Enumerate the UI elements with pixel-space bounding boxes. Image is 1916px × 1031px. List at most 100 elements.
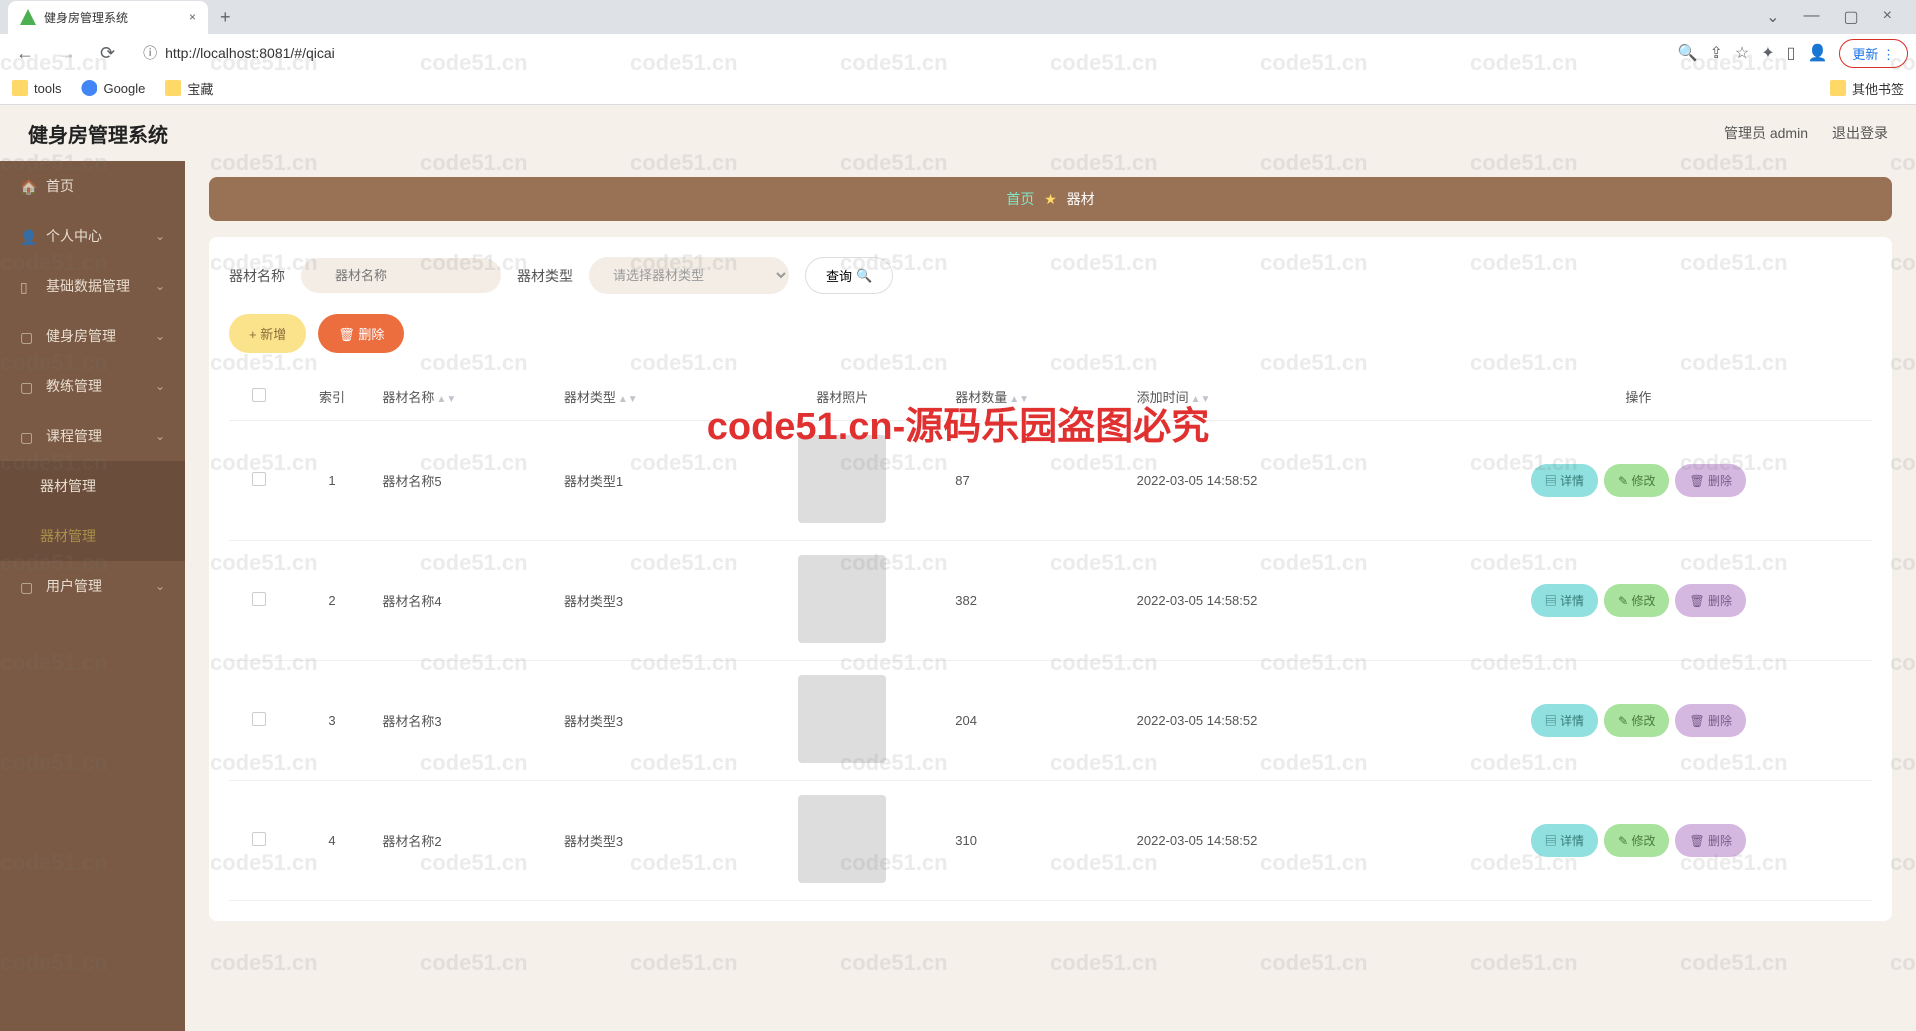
row-checkbox[interactable] [252,712,266,726]
sidebar-item-course[interactable]: ▢ 课程管理 ⌄ [0,411,185,461]
col-type[interactable]: 器材类型▲▼ [556,373,737,421]
cell-type: 器材类型1 [556,421,737,541]
delete-button[interactable]: 🗑 删除 [318,314,404,353]
equipment-image[interactable] [798,555,886,643]
profile-icon[interactable]: 👤 [1807,43,1827,63]
filter-name-input[interactable] [301,258,501,293]
maximize-icon[interactable]: ▢ [1844,7,1859,27]
url-bar[interactable]: ⓘ http://localhost:8081/#/qicai [131,39,1669,67]
query-button[interactable]: 查询 🔍 [805,257,893,294]
equipment-image[interactable] [798,675,886,763]
users-icon: ▢ [20,579,34,593]
update-button[interactable]: 更新 ⋮ [1839,39,1908,68]
user-label[interactable]: 管理员 admin [1724,123,1808,143]
row-checkbox[interactable] [252,472,266,486]
cell-photo [737,781,947,901]
sidebar-item-profile[interactable]: 👤 个人中心 ⌄ [0,211,185,261]
logout-button[interactable]: 退出登录 [1832,123,1888,143]
row-actions: ▤ 详情 ✎ 修改 🗑 删除 [1413,464,1864,497]
sidebar-item-label: 基础数据管理 [46,276,130,296]
nav-bar: ← → ⟳ ⓘ http://localhost:8081/#/qicai 🔍 … [0,34,1916,72]
panel-icon[interactable]: ▯ [1787,43,1796,63]
cell-index: 3 [290,661,375,781]
col-photo: 器材照片 [737,373,947,421]
detail-button[interactable]: ▤ 详情 [1531,704,1598,737]
equipment-image[interactable] [798,795,886,883]
cell-photo [737,661,947,781]
forward-icon[interactable]: → [50,39,84,68]
col-qty[interactable]: 器材数量▲▼ [947,373,1128,421]
col-time[interactable]: 添加时间▲▼ [1129,373,1405,421]
sidebar-item-coach[interactable]: ▢ 教练管理 ⌄ [0,361,185,411]
row-actions: ▤ 详情 ✎ 修改 🗑 删除 [1413,704,1864,737]
sidebar-item-home[interactable]: 🏠 首页 [0,161,185,211]
bookmark-google[interactable]: Google [81,80,145,96]
detail-button[interactable]: ▤ 详情 [1531,824,1598,857]
back-icon[interactable]: ← [8,39,42,68]
cell-photo [737,421,947,541]
browser-tab[interactable]: 健身房管理系统 × [8,1,208,34]
star-icon[interactable]: ☆ [1735,43,1749,63]
cell-type: 器材类型3 [556,541,737,661]
sidebar-item-equipment-active[interactable]: 器材管理 [0,511,185,561]
sidebar-item-basedata[interactable]: ▯ 基础数据管理 ⌄ [0,261,185,311]
table-row: 4 器材名称2 器材类型3 310 2022-03-05 14:58:52 ▤ … [229,781,1872,901]
table-row: 2 器材名称4 器材类型3 382 2022-03-05 14:58:52 ▤ … [229,541,1872,661]
cell-qty: 382 [947,541,1128,661]
sort-icon[interactable]: ▲▼ [1191,397,1211,403]
cell-index: 1 [290,421,375,541]
table-header-row: 索引 器材名称▲▼ 器材类型▲▼ 器材照片 器材数量▲▼ 添加时间▲▼ 操作 [229,373,1872,421]
other-bookmarks[interactable]: 其他书签 [1830,79,1904,98]
sidebar-item-equipment-sub[interactable]: 器材管理 [0,461,185,511]
reload-icon[interactable]: ⟳ [92,39,123,68]
row-delete-button[interactable]: 🗑 删除 [1675,464,1746,497]
select-all-checkbox[interactable] [252,388,266,402]
vue-icon [20,9,36,25]
edit-button[interactable]: ✎ 修改 [1604,464,1669,497]
chevron-down-icon: ⌄ [155,379,165,393]
cell-name: 器材名称2 [374,781,555,901]
row-delete-button[interactable]: 🗑 删除 [1675,824,1746,857]
edit-button[interactable]: ✎ 修改 [1604,584,1669,617]
col-name[interactable]: 器材名称▲▼ [374,373,555,421]
share-icon[interactable]: ⇪ [1709,43,1722,63]
user-icon: 👤 [20,229,34,243]
tab-title: 健身房管理系统 [44,9,128,26]
coach-icon: ▢ [20,379,34,393]
row-delete-button[interactable]: 🗑 删除 [1675,584,1746,617]
cell-time: 2022-03-05 14:58:52 [1129,661,1405,781]
sidebar-item-label: 器材管理 [40,476,96,496]
bookmark-tools[interactable]: tools [12,80,61,96]
row-delete-button[interactable]: 🗑 删除 [1675,704,1746,737]
sidebar-item-user[interactable]: ▢ 用户管理 ⌄ [0,561,185,611]
bookmark-treasure[interactable]: 宝藏 [165,79,213,98]
sort-icon[interactable]: ▲▼ [618,397,638,403]
zoom-icon[interactable]: 🔍 [1678,43,1698,63]
sort-icon[interactable]: ▲▼ [436,397,456,403]
equipment-image[interactable] [798,435,886,523]
edit-button[interactable]: ✎ 修改 [1604,824,1669,857]
detail-button[interactable]: ▤ 详情 [1531,584,1598,617]
col-index[interactable]: 索引 [290,373,375,421]
breadcrumb-home[interactable]: 首页 [1006,191,1034,207]
tab-close-icon[interactable]: × [189,10,196,24]
dropdown-icon[interactable]: ⌄ [1766,7,1779,27]
edit-button[interactable]: ✎ 修改 [1604,704,1669,737]
add-button[interactable]: + 新增 [229,314,306,353]
sort-icon[interactable]: ▲▼ [1009,397,1029,403]
breadcrumb: 首页 ★ 器材 [209,177,1892,221]
close-window-icon[interactable]: × [1883,7,1892,27]
new-tab-button[interactable]: + [208,7,243,28]
filter-type-select[interactable]: 请选择器材类型 [589,257,789,294]
cell-type: 器材类型3 [556,661,737,781]
extensions-icon[interactable]: ✦ [1761,43,1774,63]
detail-button[interactable]: ▤ 详情 [1531,464,1598,497]
course-icon: ▢ [20,429,34,443]
row-checkbox[interactable] [252,832,266,846]
row-actions: ▤ 详情 ✎ 修改 🗑 删除 [1413,824,1864,857]
sidebar-item-label: 首页 [46,176,74,196]
app-title: 健身房管理系统 [28,119,168,148]
row-checkbox[interactable] [252,592,266,606]
sidebar-item-gym[interactable]: ▢ 健身房管理 ⌄ [0,311,185,361]
minimize-icon[interactable]: — [1804,7,1820,27]
